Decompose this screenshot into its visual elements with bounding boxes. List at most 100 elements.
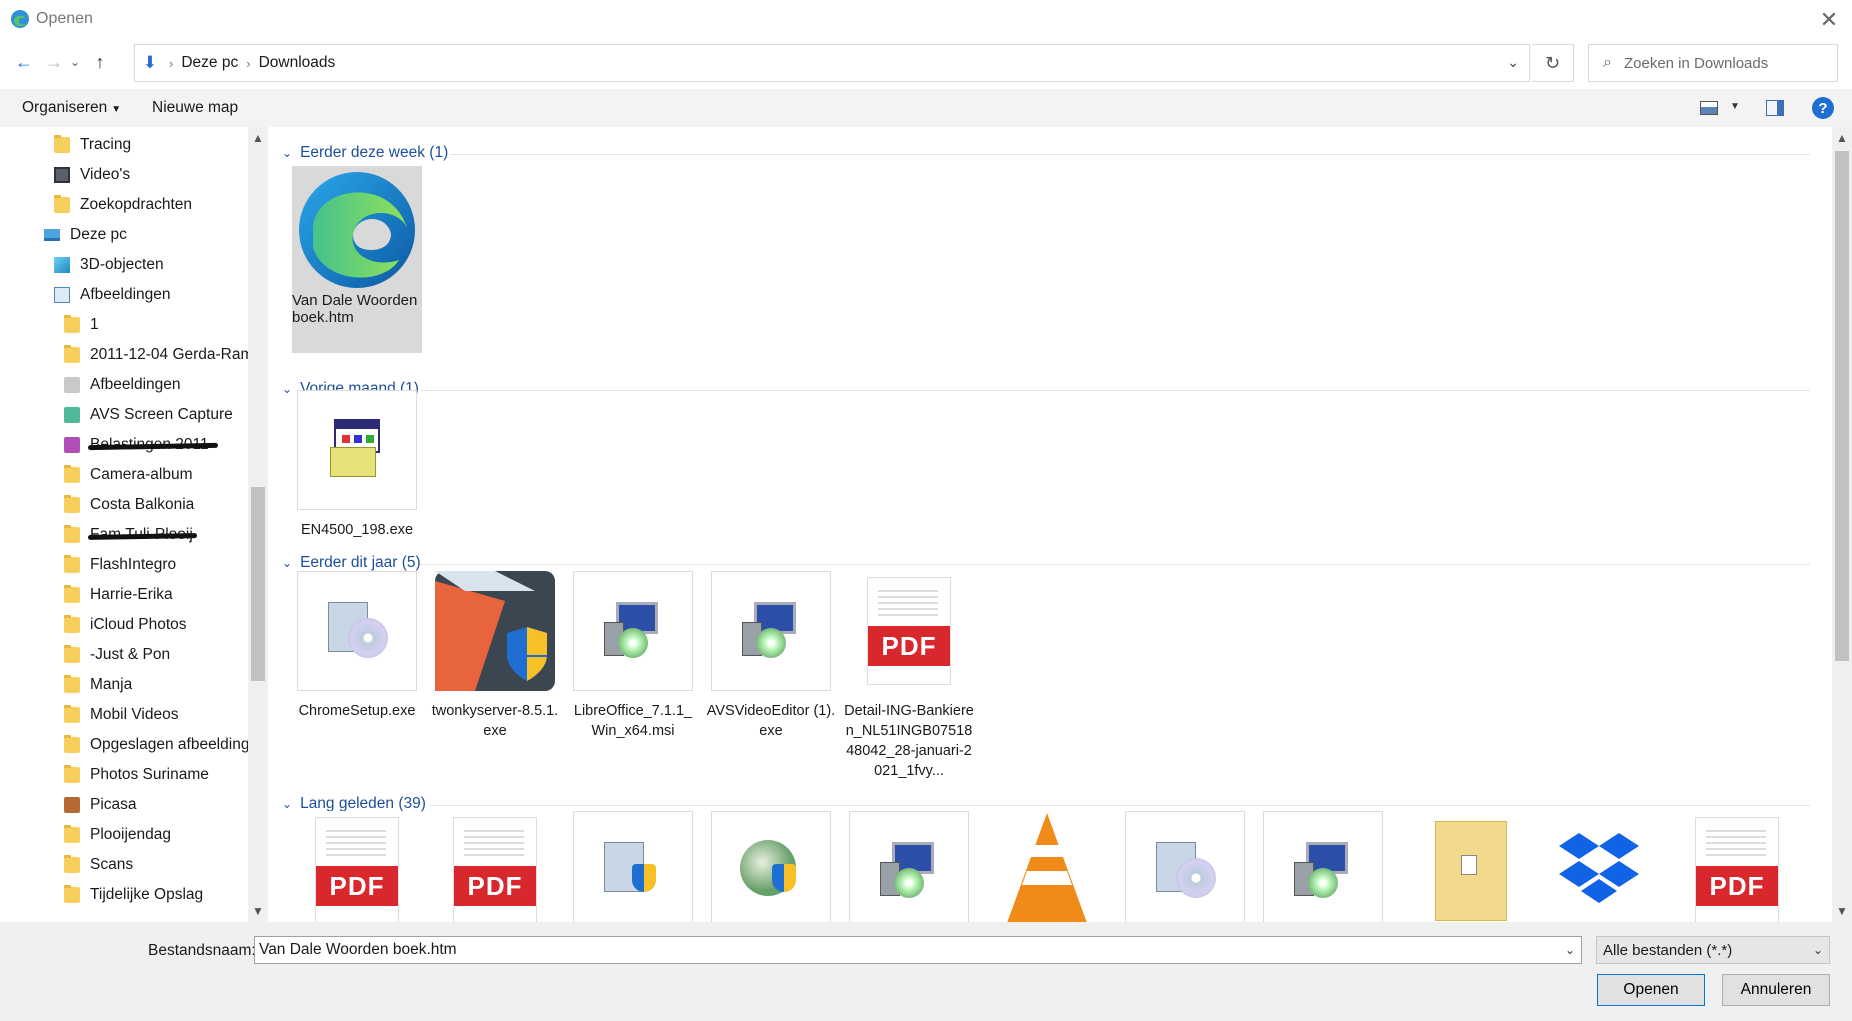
nav-item-folder[interactable]: Afbeeldingen: [64, 371, 181, 399]
view-options-dropdown[interactable]: ▼: [1730, 101, 1740, 112]
folder-icon: [64, 465, 80, 483]
open-file-dialog: Openen ✕ ← → ⌄ ↑ ⬇ › Deze pc › Downloads…: [0, 0, 1852, 1021]
file-tile[interactable]: PDF: [430, 811, 560, 922]
search-box[interactable]: ⌕: [1588, 44, 1838, 82]
selected-file-tile[interactable]: Van Dale Woorden boek.htm: [292, 166, 422, 353]
file-tile[interactable]: twonkyserver-8.5.1.exe: [430, 571, 560, 741]
vlc-icon: [1007, 813, 1087, 922]
file-tile[interactable]: [1120, 811, 1250, 922]
breadcrumb-deze-pc[interactable]: Deze pc: [181, 54, 238, 72]
group-label: Eerder deze week (1): [300, 144, 449, 161]
nav-item-tracing[interactable]: Tracing: [54, 131, 131, 159]
nav-item-label: AVS Screen Capture: [90, 406, 233, 423]
view-options-icon[interactable]: [1700, 101, 1718, 115]
nav-item-folder[interactable]: Mobil Videos: [64, 701, 178, 729]
scroll-down-icon[interactable]: ▼: [252, 904, 264, 918]
downloads-arrow-icon: ⬇: [142, 53, 158, 72]
file-thumbnail: [297, 390, 417, 510]
up-button[interactable]: ↑: [86, 48, 114, 76]
nav-item-folder[interactable]: 1: [64, 311, 99, 339]
arrow-right-icon: →: [45, 51, 63, 72]
scrollbar-thumb[interactable]: [1835, 151, 1849, 661]
nav-item-folder[interactable]: Camera-album: [64, 461, 193, 489]
file-tile[interactable]: [844, 811, 974, 922]
nav-item-folder[interactable]: Tijdelijke Opslag: [64, 881, 203, 909]
nav-item-folder[interactable]: Opgeslagen afbeeldingen: [64, 731, 267, 759]
file-tile[interactable]: [706, 811, 836, 922]
file-tile[interactable]: [1534, 811, 1664, 922]
nav-item-folder[interactable]: Photos Suriname: [64, 761, 209, 789]
file-tile[interactable]: [568, 811, 698, 922]
refresh-button[interactable]: ↻: [1532, 44, 1574, 82]
group-label: Eerder dit jaar (5): [300, 554, 421, 571]
file-tile[interactable]: ChromeSetup.exe: [292, 571, 422, 721]
breadcrumb-downloads[interactable]: Downloads: [259, 54, 336, 72]
file-tile[interactable]: [1396, 811, 1526, 922]
folder-icon: [64, 407, 80, 423]
pdf-icon: PDF: [1695, 817, 1779, 922]
cd-icon: [1176, 858, 1216, 898]
nav-item-3d-objecten[interactable]: 3D-objecten: [54, 251, 164, 279]
folder-icon: [64, 735, 80, 753]
nav-item-folder[interactable]: Harrie-Erika: [64, 581, 173, 609]
file-tile[interactable]: EN4500_198.exe: [292, 390, 422, 540]
chevron-down-icon[interactable]: ⌄: [1565, 943, 1575, 957]
nav-item-folder[interactable]: Fam.Tuli-Plooij: [64, 521, 193, 549]
file-tile[interactable]: LibreOffice_7.1.1_Win_x64.msi: [568, 571, 698, 741]
nav-item-afbeeldingen[interactable]: Afbeeldingen: [54, 281, 171, 309]
scrollbar-thumb[interactable]: [251, 487, 265, 681]
pictures-folder-icon: [54, 287, 70, 303]
nav-item-folder[interactable]: Costa Balkonia: [64, 491, 194, 519]
file-tile[interactable]: [982, 811, 1112, 922]
file-list-scrollbar[interactable]: ▲ ▼: [1832, 127, 1852, 922]
navigation-scrollbar[interactable]: ▲ ▼: [248, 127, 268, 922]
recent-locations-button[interactable]: ⌄: [66, 48, 84, 76]
back-button[interactable]: ←: [10, 48, 38, 76]
nav-item-folder[interactable]: 2011-12-04 Gerda-Ramona: [64, 341, 268, 369]
nav-item-folder[interactable]: FlashIntegro: [64, 551, 176, 579]
folder-icon: [64, 585, 80, 603]
forward-button[interactable]: →: [40, 48, 68, 76]
nav-item-folder[interactable]: -Just & Pon: [64, 641, 170, 669]
filetype-value: Alle bestanden (*.*): [1603, 941, 1733, 959]
file-tile[interactable]: PDF: [1672, 811, 1802, 922]
nav-item-label: Harrie-Erika: [90, 586, 173, 603]
scroll-up-icon[interactable]: ▲: [1836, 131, 1848, 145]
file-tile[interactable]: PDF Detail-ING-Bankieren_NL51INGB0751848…: [844, 571, 974, 781]
group-header-this-week[interactable]: ⌄ Eerder deze week (1): [282, 141, 448, 165]
nav-item-label: 3D-objecten: [80, 256, 164, 273]
nav-item-folder[interactable]: AVS Screen Capture: [64, 401, 233, 429]
nav-item-zoekopdrachten[interactable]: Zoekopdrachten: [54, 191, 192, 219]
nav-item-videos[interactable]: Video's: [54, 161, 130, 189]
folder-icon: [64, 765, 80, 783]
address-dropdown-icon[interactable]: ⌄: [1507, 54, 1519, 71]
open-button[interactable]: Openen: [1597, 974, 1705, 1006]
dropbox-icon: [1559, 833, 1639, 903]
close-button[interactable]: ✕: [1806, 0, 1852, 40]
nav-item-folder[interactable]: Belastingen 2011-: [64, 431, 214, 459]
preview-pane-icon[interactable]: [1766, 100, 1784, 116]
file-tile[interactable]: PDF: [292, 811, 422, 922]
nav-item-folder[interactable]: Plooijendag: [64, 821, 171, 849]
3d-objects-icon: [54, 257, 70, 273]
nav-item-deze-pc[interactable]: Deze pc: [44, 221, 127, 249]
address-bar[interactable]: ⬇ › Deze pc › Downloads ⌄: [134, 44, 1530, 82]
filename-combobox[interactable]: ⌄: [254, 936, 1582, 964]
nav-item-folder[interactable]: Scans: [64, 851, 133, 879]
nav-item-folder[interactable]: Manja: [64, 671, 132, 699]
filetype-select[interactable]: Alle bestanden (*.*) ⌄: [1596, 936, 1830, 964]
nav-item-folder[interactable]: iCloud Photos: [64, 611, 187, 639]
scroll-up-icon[interactable]: ▲: [252, 131, 264, 145]
help-button[interactable]: ?: [1812, 97, 1834, 119]
file-tile[interactable]: [1258, 811, 1388, 922]
organize-menu[interactable]: Organiseren ▼: [22, 99, 121, 117]
nav-item-folder[interactable]: Picasa: [64, 791, 137, 819]
nav-item-label: Fam.Tuli-Plooij: [90, 526, 193, 543]
file-thumbnail: PDF: [849, 571, 969, 691]
search-input[interactable]: [1623, 54, 1814, 72]
scroll-down-icon[interactable]: ▼: [1836, 904, 1848, 918]
filename-input[interactable]: [259, 941, 1549, 959]
new-folder-button[interactable]: Nieuwe map: [152, 99, 238, 117]
file-tile[interactable]: AVSVideoEditor (1).exe: [706, 571, 836, 741]
cancel-button[interactable]: Annuleren: [1722, 974, 1830, 1006]
